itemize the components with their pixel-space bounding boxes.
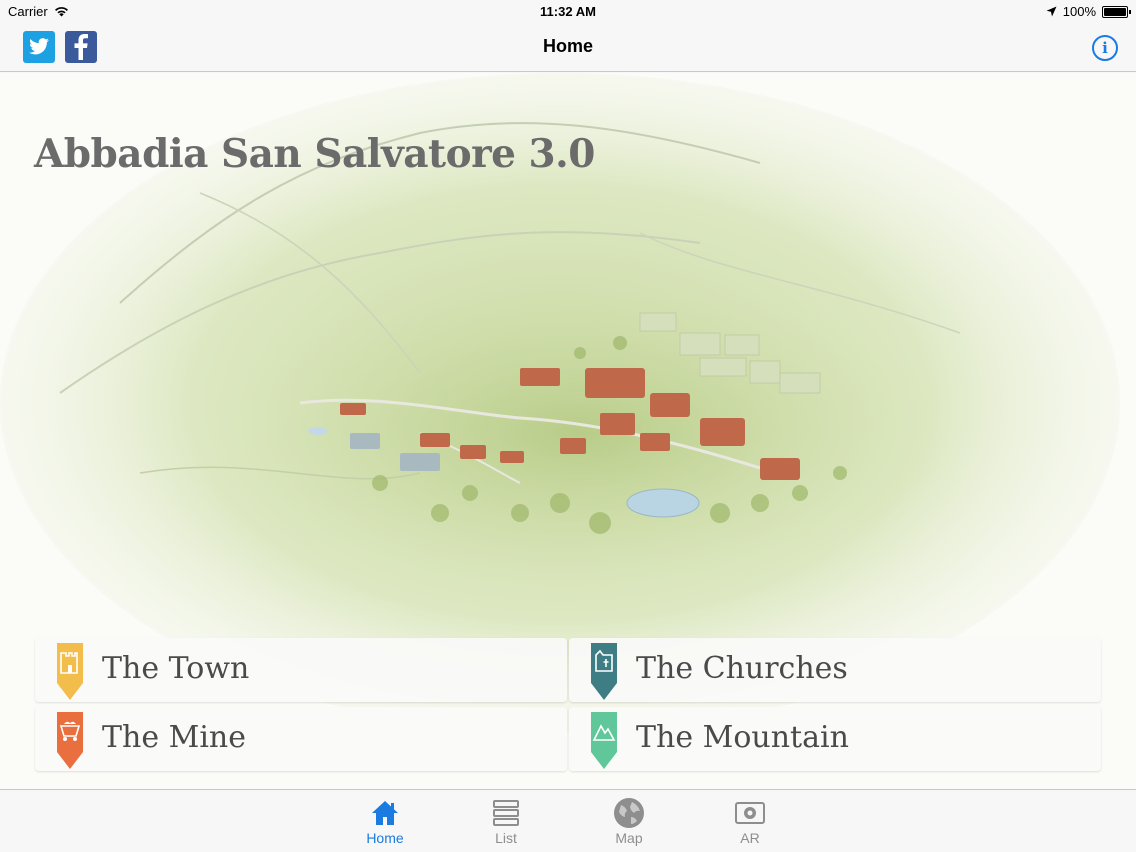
house-icon — [372, 801, 398, 825]
app-title: Abbadia San Salvatore 3.0 — [34, 131, 595, 177]
battery-fill — [1104, 7, 1126, 16]
page-title: Home — [542, 36, 593, 56]
category-button-the-town[interactable]: The Town — [35, 638, 567, 702]
location-arrow-icon — [1046, 6, 1057, 17]
list-icon — [493, 800, 519, 826]
navigation-bar: Home i — [0, 24, 1136, 72]
tab-label: Home — [366, 830, 404, 846]
battery-percent: 100% — [1062, 4, 1096, 19]
status-right: 100% — [1046, 4, 1131, 19]
church-icon — [591, 643, 617, 700]
category-button-the-churches[interactable]: The Churches — [569, 638, 1101, 702]
info-button[interactable]: i — [1092, 35, 1118, 61]
category-label: The Town — [102, 651, 250, 686]
tab-map[interactable]: Map — [589, 796, 669, 846]
tab-bar: Home List Map AR — [0, 789, 1136, 852]
status-bar: Carrier 11:32 AM 100% — [0, 0, 1136, 24]
tab-list[interactable]: List — [466, 796, 546, 846]
category-label: The Mountain — [636, 720, 849, 755]
category-button-the-mine[interactable]: The Mine — [35, 707, 567, 771]
camera-icon — [735, 802, 765, 824]
globe-icon — [614, 798, 644, 828]
tab-home[interactable]: Home — [345, 796, 425, 846]
battery-icon — [1102, 5, 1131, 18]
tab-ar[interactable]: AR — [710, 796, 790, 846]
info-icon: i — [1102, 39, 1108, 57]
category-label: The Churches — [636, 651, 848, 686]
category-label: The Mine — [102, 720, 247, 755]
mountain-icon — [591, 712, 617, 769]
castle-tower-icon — [57, 643, 83, 700]
category-button-the-mountain[interactable]: The Mountain — [569, 707, 1101, 771]
mine-cart-icon — [57, 712, 83, 769]
status-time: 11:32 AM — [540, 4, 596, 19]
tab-label: AR — [740, 830, 760, 846]
tab-label: List — [495, 830, 517, 846]
tab-label: Map — [615, 830, 643, 846]
